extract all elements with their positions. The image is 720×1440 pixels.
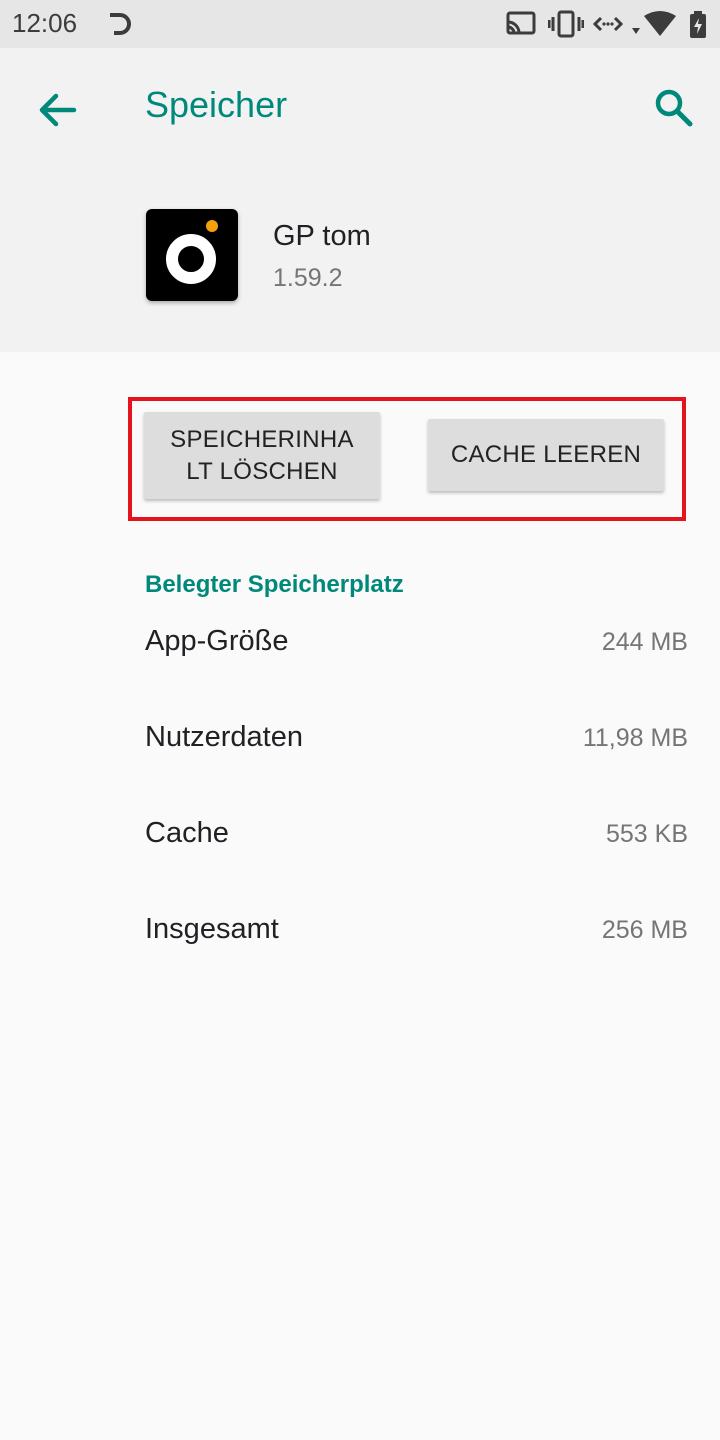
- row-value: 11,98 MB: [582, 724, 688, 752]
- row-value: 244 MB: [601, 628, 688, 656]
- back-button[interactable]: [30, 82, 86, 138]
- app-header: Speicher GP tom 1.59.2: [0, 48, 720, 352]
- clear-storage-label-line1: SPEICHERINHA: [170, 425, 354, 453]
- app-name: GP tom: [273, 220, 371, 252]
- storage-section-header: Belegter Speicherplatz: [145, 571, 404, 598]
- vibrate-icon: [548, 10, 584, 38]
- app-logo-icon: [146, 209, 238, 301]
- storage-row-total: Insgesamt 256 MB: [145, 913, 688, 953]
- data-transfer-icon: [592, 16, 624, 32]
- page-title: Speicher: [145, 84, 288, 125]
- storage-row-app-size: App-Größe 244 MB: [145, 625, 688, 665]
- battery-icon: [690, 11, 706, 38]
- wifi-icon: [632, 11, 676, 36]
- status-time: 12:06: [12, 8, 78, 38]
- row-value: 256 MB: [601, 916, 688, 944]
- clear-storage-label-line2: LT LÖSCHEN: [186, 457, 338, 485]
- row-label: Nutzerdaten: [145, 721, 303, 753]
- row-label: App-Größe: [145, 625, 289, 657]
- clear-storage-button[interactable]: SPEICHERINHA LT LÖSCHEN: [144, 412, 380, 499]
- clear-cache-button[interactable]: CACHE LEEREN: [428, 419, 664, 491]
- sync-icon: [110, 13, 131, 35]
- cast-icon: [506, 11, 536, 35]
- search-button[interactable]: [646, 80, 702, 136]
- search-icon: [655, 89, 693, 127]
- app-version: 1.59.2: [273, 264, 343, 292]
- storage-row-user-data: Nutzerdaten 11,98 MB: [145, 721, 688, 761]
- arrow-back-icon: [39, 93, 77, 127]
- status-bar: 12:06: [0, 0, 720, 48]
- storage-row-cache: Cache 553 KB: [145, 817, 688, 857]
- row-label: Cache: [145, 817, 229, 849]
- row-label: Insgesamt: [145, 913, 279, 945]
- row-value: 553 KB: [605, 820, 688, 848]
